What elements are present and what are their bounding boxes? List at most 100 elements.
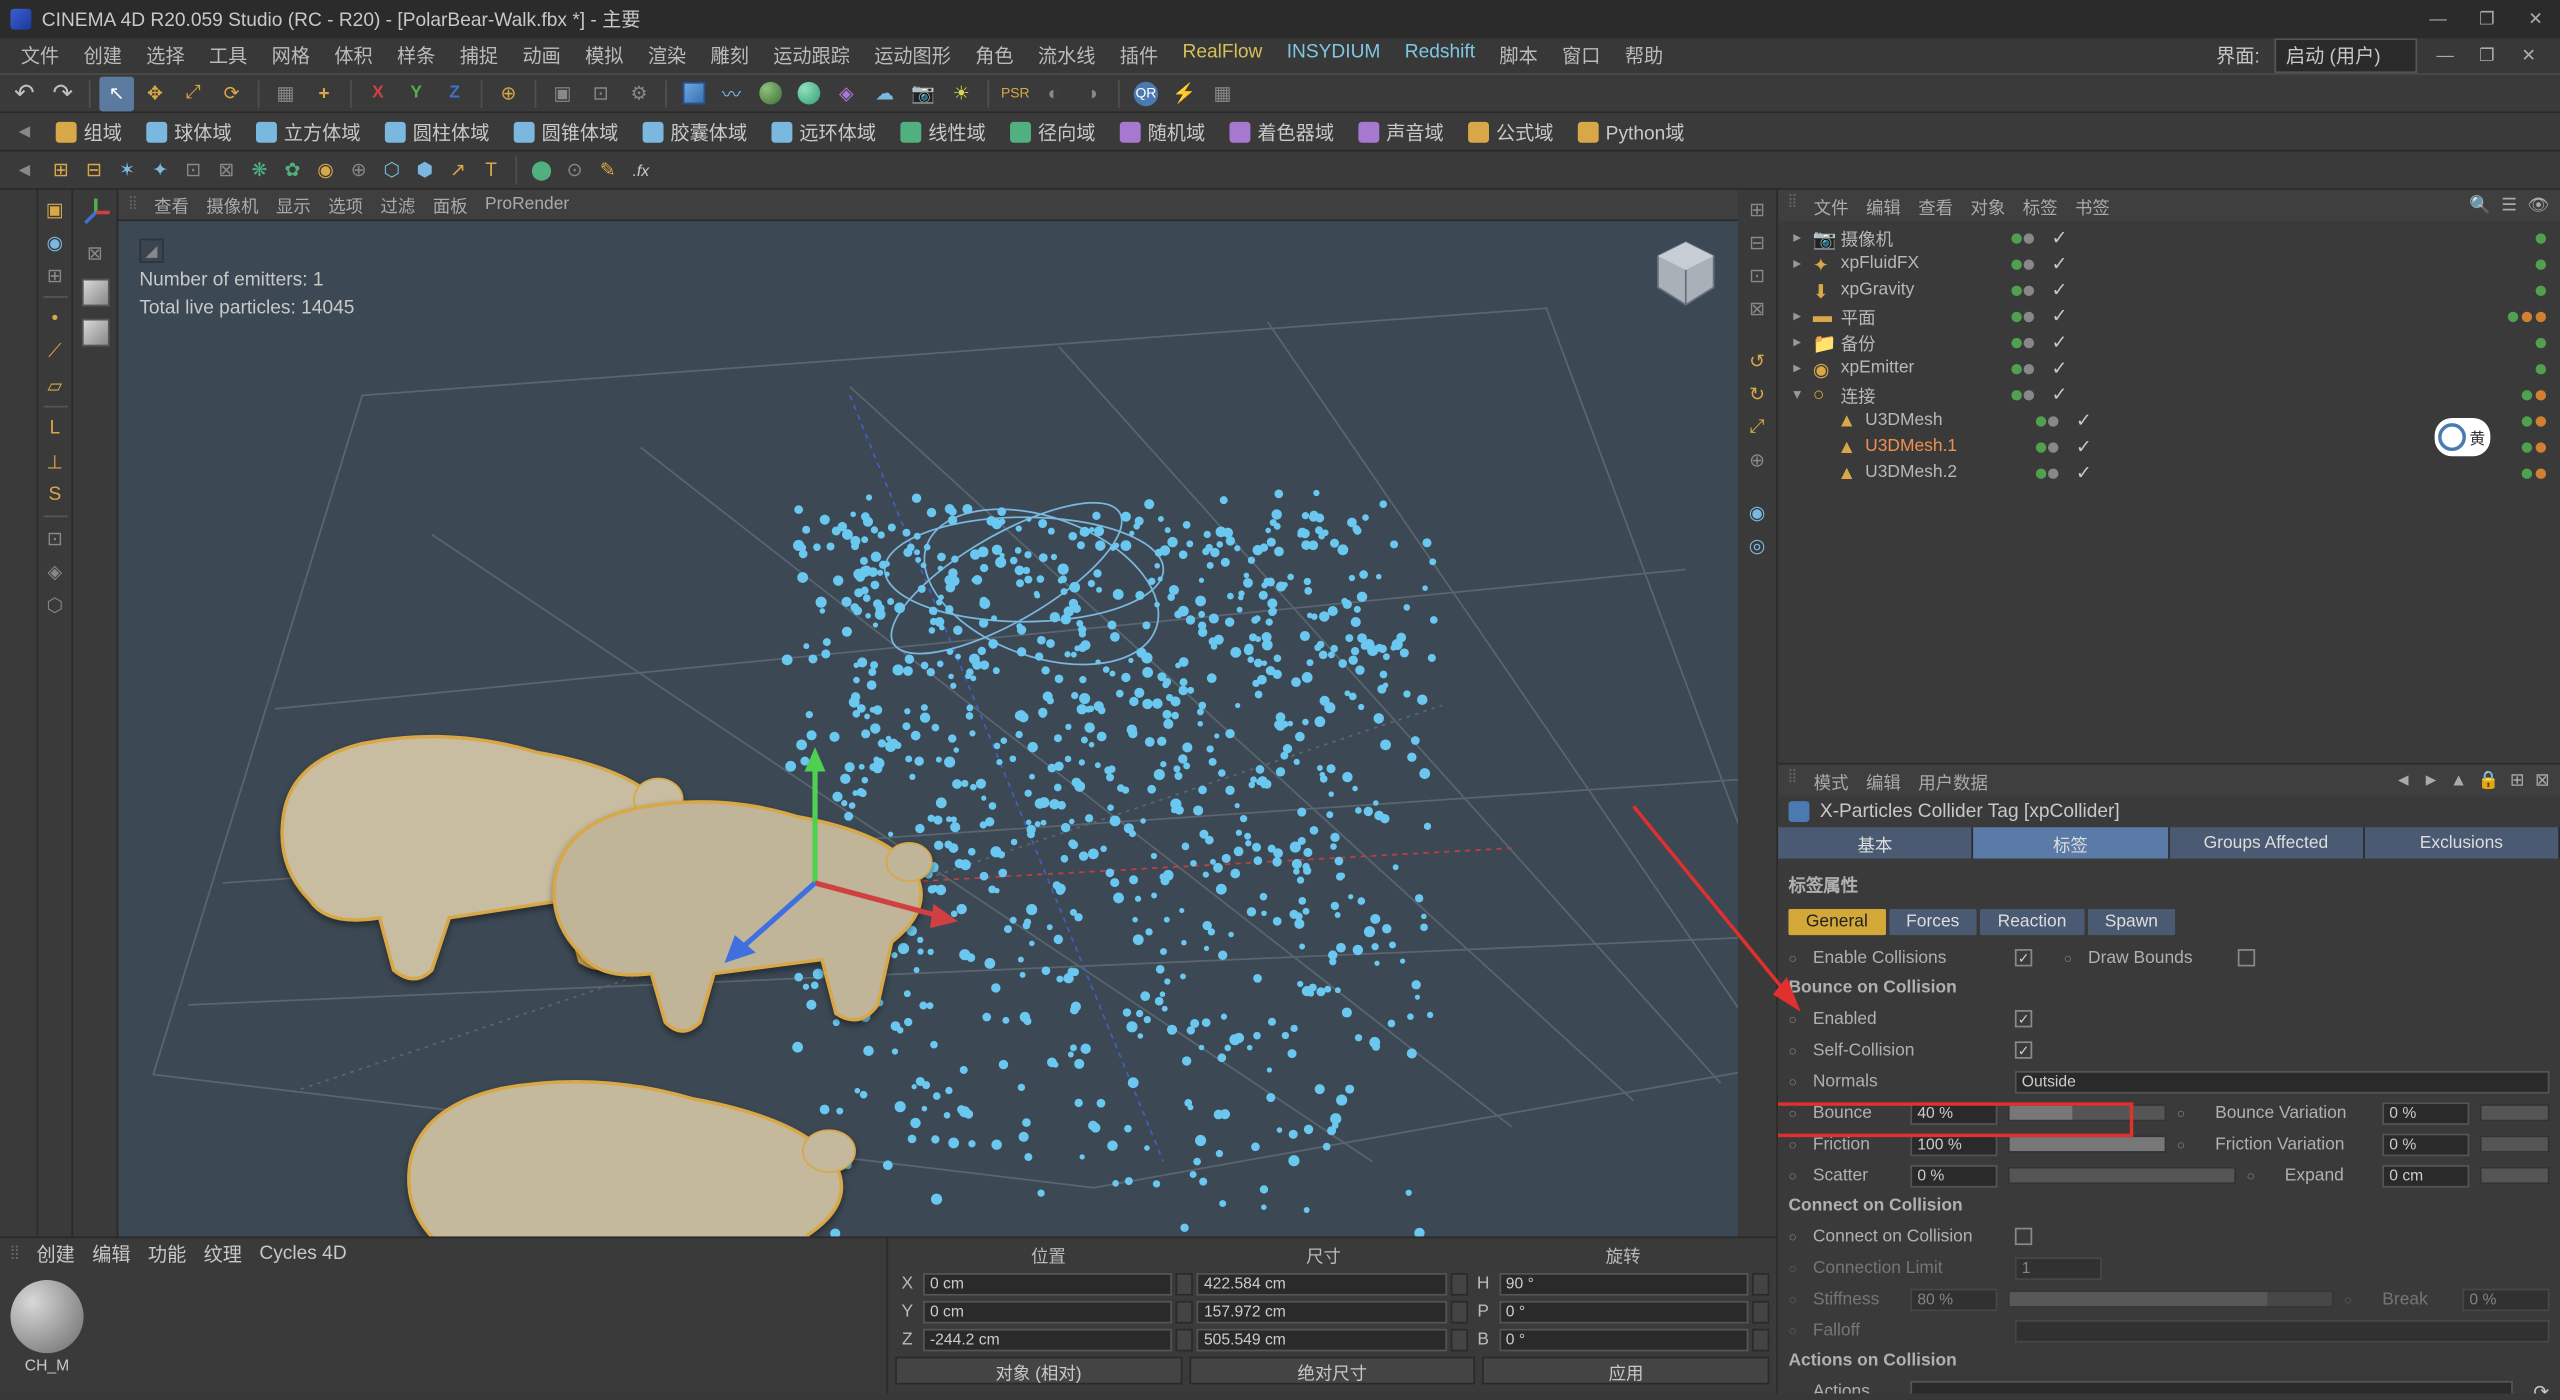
- domain-0[interactable]: 组域: [45, 114, 132, 149]
- domain-back[interactable]: ◄: [7, 114, 42, 149]
- domain-6[interactable]: 远环体域: [761, 114, 886, 149]
- ti-16[interactable]: ⊙: [561, 156, 589, 184]
- undo-button[interactable]: ↶: [7, 76, 42, 111]
- subtab-reaction[interactable]: Reaction: [1980, 909, 2084, 935]
- render-settings[interactable]: ⚙: [622, 76, 657, 111]
- ti-5[interactable]: ⊡: [179, 156, 207, 184]
- am-close-icon[interactable]: ⊠: [2535, 771, 2550, 790]
- menu-动画[interactable]: 动画: [512, 38, 571, 73]
- coord-apply-button[interactable]: 应用: [1483, 1357, 1770, 1385]
- workplane-mode[interactable]: ⊞: [39, 259, 70, 290]
- attr-tab-exclusions[interactable]: Exclusions: [2365, 827, 2560, 858]
- misc-1[interactable]: ◐: [1036, 76, 1071, 111]
- psr-button[interactable]: PSR: [998, 76, 1033, 111]
- ti-3[interactable]: ✶: [113, 156, 141, 184]
- am-menu-edit[interactable]: 编辑: [1866, 767, 1901, 793]
- z-axis-lock[interactable]: Z: [437, 76, 472, 111]
- minimize-button[interactable]: —: [2424, 9, 2452, 30]
- attr-tab-tag[interactable]: 标签: [1974, 827, 2169, 858]
- domain-9[interactable]: 随机域: [1109, 114, 1215, 149]
- input-expand[interactable]: 0 cm: [2382, 1164, 2469, 1187]
- scale-tool[interactable]: ⤢: [176, 76, 211, 111]
- slider-expand[interactable]: [2480, 1167, 2550, 1184]
- am-nav-up[interactable]: ▲: [2450, 771, 2467, 790]
- menu-插件[interactable]: 插件: [1109, 38, 1168, 73]
- move-tool[interactable]: ✥: [138, 76, 173, 111]
- mm-menu-edit[interactable]: 编辑: [92, 1240, 130, 1268]
- vp-menu-prorender[interactable]: ProRender: [485, 195, 569, 214]
- ti-15[interactable]: ⬤: [528, 156, 556, 184]
- camera-obj[interactable]: 📷: [906, 76, 941, 111]
- subtab-general[interactable]: General: [1789, 909, 1886, 935]
- model-mode[interactable]: ▣: [39, 193, 70, 224]
- tree-row-平面[interactable]: ▸▬平面✓: [1782, 303, 2557, 329]
- ti-1[interactable]: ⊞: [47, 156, 75, 184]
- menu-流水线[interactable]: 流水线: [1027, 38, 1105, 73]
- ti-2[interactable]: ⊟: [80, 156, 108, 184]
- menu-窗口[interactable]: 窗口: [1552, 38, 1611, 73]
- ti-back[interactable]: ◄: [7, 152, 42, 187]
- menu-雕刻[interactable]: 雕刻: [700, 38, 759, 73]
- cube-blue-icon[interactable]: [76, 273, 114, 311]
- misc-4[interactable]: ▦: [1205, 76, 1240, 111]
- menu-运动图形[interactable]: 运动图形: [864, 38, 962, 73]
- rotate-tool[interactable]: ⟳: [214, 76, 249, 111]
- subtab-forces[interactable]: Forces: [1889, 909, 1977, 935]
- ti-8[interactable]: ✿: [279, 156, 307, 184]
- om-filter-icon[interactable]: ☰: [2501, 196, 2517, 215]
- slider-scatter[interactable]: [2008, 1167, 2236, 1184]
- menu-insydium[interactable]: INSYDIUM: [1276, 38, 1391, 73]
- om-menu-object[interactable]: 对象: [1970, 192, 2005, 218]
- viewport-3d[interactable]: ◢ Number of emitters: 1 Total live parti…: [118, 221, 1738, 1320]
- ti-13[interactable]: ↗: [444, 156, 472, 184]
- om-search-icon[interactable]: 🔍: [2469, 196, 2491, 215]
- generator-tool[interactable]: [752, 76, 787, 111]
- panel-maximize-button[interactable]: ❐: [2473, 45, 2501, 66]
- misc-3[interactable]: ⚡: [1167, 76, 1202, 111]
- generator2[interactable]: [791, 76, 826, 111]
- menu-redshift[interactable]: Redshift: [1394, 38, 1485, 73]
- move-axis-icon[interactable]: [76, 193, 114, 231]
- menu-运动跟踪[interactable]: 运动跟踪: [763, 38, 861, 73]
- transform-gizmo[interactable]: [641, 744, 989, 970]
- x-axis-lock[interactable]: X: [360, 76, 395, 111]
- coord-size-mode-select[interactable]: 绝对尺寸: [1189, 1357, 1476, 1385]
- object-tree[interactable]: ▸📷摄像机✓▸✦xpFluidFX✓⬇xpGravity✓▸▬平面✓▸📁备份✓▸…: [1778, 221, 2560, 763]
- redo-button[interactable]: ↷: [45, 76, 80, 111]
- slider-bounce-var[interactable]: [2480, 1104, 2550, 1121]
- vp-menu-options[interactable]: 选项: [328, 192, 363, 218]
- tree-row-备份[interactable]: ▸📁备份✓: [1782, 329, 2557, 355]
- side-nav-9[interactable]: ◉: [1742, 496, 1773, 527]
- ti-17[interactable]: ✎: [594, 156, 622, 184]
- cube-primitive[interactable]: [676, 76, 711, 111]
- menu-模拟[interactable]: 模拟: [575, 38, 634, 73]
- side-nav-3[interactable]: ⊡: [1742, 259, 1773, 290]
- domain-7[interactable]: 线性域: [890, 114, 996, 149]
- ti-7[interactable]: ❋: [246, 156, 274, 184]
- coord-system[interactable]: ⊕: [491, 76, 526, 111]
- vp-menu-display[interactable]: 显示: [276, 192, 311, 218]
- am-nav-back[interactable]: ◄: [2395, 771, 2412, 790]
- side-nav-10[interactable]: ◎: [1742, 529, 1773, 560]
- axis-mode[interactable]: L: [39, 413, 70, 444]
- am-menu-mode[interactable]: 模式: [1814, 767, 1849, 793]
- am-menu-userdata[interactable]: 用户数据: [1918, 767, 1988, 793]
- tree-row-xpFluidFX[interactable]: ▸✦xpFluidFX✓: [1782, 251, 2557, 277]
- side-nav-1[interactable]: ⊞: [1742, 193, 1773, 224]
- tree-row-U3DMesh.2[interactable]: ▲U3DMesh.2✓: [1782, 460, 2557, 486]
- domain-8[interactable]: 径向域: [1000, 114, 1106, 149]
- side-nav-7[interactable]: ⤢: [1742, 411, 1773, 442]
- menu-渲染[interactable]: 渲染: [637, 38, 696, 73]
- snap-3[interactable]: ⬡: [39, 589, 70, 620]
- domain-10[interactable]: 着色器域: [1219, 114, 1344, 149]
- mm-menu-create[interactable]: 创建: [36, 1240, 74, 1268]
- slider-friction-var[interactable]: [2480, 1135, 2550, 1152]
- y-axis-lock[interactable]: Y: [399, 76, 434, 111]
- check-enable-collisions[interactable]: [2015, 949, 2032, 966]
- mm-menu-tex[interactable]: 纹理: [204, 1240, 242, 1268]
- om-menu-tags[interactable]: 标签: [2023, 192, 2058, 218]
- om-menu-file[interactable]: 文件: [1814, 192, 1849, 218]
- menu-帮助[interactable]: 帮助: [1614, 38, 1673, 73]
- ti-6[interactable]: ⊠: [212, 156, 240, 184]
- check-connect-collision[interactable]: [2015, 1228, 2032, 1245]
